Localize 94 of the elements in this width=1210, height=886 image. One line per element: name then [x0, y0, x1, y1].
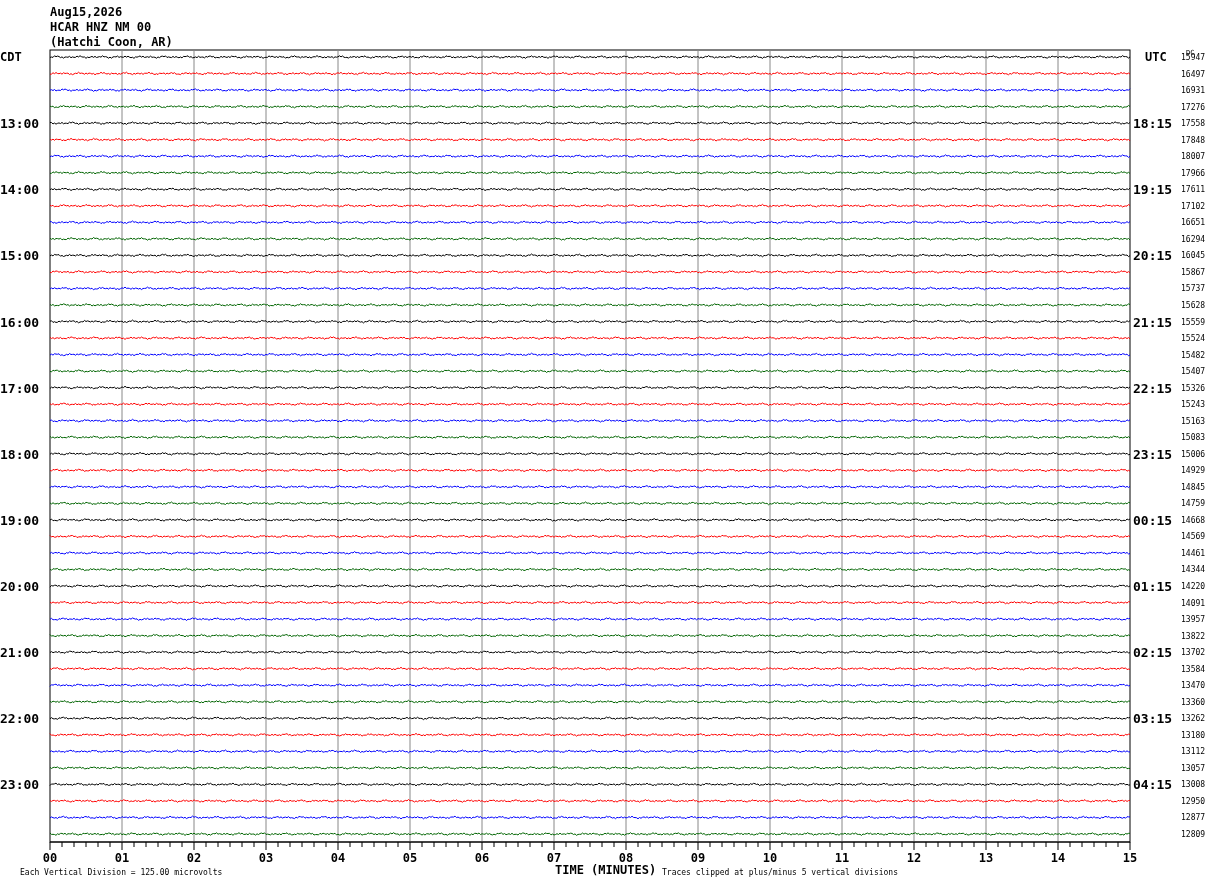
hour-label: 18:00	[0, 446, 40, 462]
hour-label: 13:00	[0, 116, 40, 132]
tick-label: 13	[978, 851, 994, 865]
hour-label: 14:00	[0, 182, 40, 198]
tick-label: 05	[402, 851, 418, 865]
dc-value: 15006	[1181, 449, 1206, 459]
dc-value: 15737	[1181, 284, 1206, 294]
dc-value: 17966	[1181, 168, 1206, 178]
dc-value: 14091	[1181, 598, 1206, 608]
dc-value: 17102	[1181, 201, 1206, 211]
dc-value: 12809	[1181, 830, 1206, 839]
dc-value: 14220	[1181, 582, 1206, 591]
tick-label: 11	[834, 851, 850, 865]
dc-value: 15524	[1181, 334, 1206, 344]
dc-value: 12950	[1181, 796, 1206, 806]
dc-value: 16931	[1181, 86, 1206, 96]
dc-value: 15947	[1181, 53, 1206, 62]
hour-label: 16:00	[0, 314, 40, 330]
dc-value: 15163	[1181, 416, 1206, 426]
dc-value: 13822	[1181, 631, 1206, 641]
tick-label: 14	[1050, 851, 1066, 865]
dc-value: 15407	[1181, 367, 1206, 377]
dc-value: 14461	[1181, 548, 1206, 558]
dc-value: 16294	[1181, 234, 1206, 244]
hour-label: 15:00	[0, 248, 40, 264]
dc-value: 13008	[1181, 780, 1206, 790]
dc-value: 16651	[1181, 218, 1206, 228]
hour-label: 01:15	[1133, 579, 1173, 594]
dc-value: 17558	[1181, 119, 1206, 129]
axis-title: TIME (MINUTES)	[555, 863, 657, 877]
hour-label: 19:00	[0, 512, 40, 528]
dc-value: 16045	[1181, 251, 1206, 261]
dc-value: 14668	[1181, 515, 1206, 525]
tick-label: 09	[690, 851, 706, 865]
dc-value: 15867	[1181, 267, 1206, 277]
dc-value: 15482	[1181, 350, 1206, 360]
dc-value: 12877	[1181, 813, 1206, 823]
dc-value: 15326	[1181, 383, 1206, 393]
station-header: (Hatchi Coon, AR)	[50, 35, 173, 49]
hour-label: 22:00	[0, 711, 40, 727]
hour-label: 19:15	[1133, 182, 1173, 198]
scale-note: Each Vertical Division = 125.00 microvolts	[20, 868, 223, 877]
station-header: Aug15,2026	[50, 5, 123, 19]
dc-value: 17611	[1181, 185, 1206, 195]
dc-value: 15628	[1181, 301, 1206, 310]
dc-value: 16497	[1181, 69, 1206, 79]
dc-value: 13702	[1181, 648, 1206, 658]
hour-label: 03:15	[1133, 711, 1173, 727]
tick-label: 01	[114, 851, 130, 865]
tick-label: 06	[474, 851, 490, 865]
tick-label: 08	[618, 851, 634, 865]
hour-label: 20:15	[1133, 248, 1173, 264]
dc-value: 13262	[1181, 714, 1206, 724]
tick-label: 12	[906, 851, 922, 865]
hour-label: 04:15	[1133, 777, 1173, 793]
dc-value: 13057	[1181, 763, 1206, 773]
dc-value: 13957	[1181, 615, 1206, 625]
dc-value: 13470	[1181, 681, 1206, 691]
station-header: HCAR HNZ NM 00	[50, 20, 152, 34]
dc-value: 14569	[1181, 532, 1206, 542]
clip-note: Traces clipped at plus/minus 5 vertical divisions	[662, 868, 898, 877]
hour-label: 20:00	[0, 579, 40, 594]
dc-value: 18007	[1181, 152, 1206, 162]
tick-label: 15	[1122, 851, 1138, 865]
tick-label: 07	[546, 851, 562, 865]
hour-label: 23:00	[0, 777, 40, 793]
dc-value: 17276	[1181, 102, 1206, 112]
hour-label: 22:15	[1133, 380, 1173, 396]
tick-label: 03	[258, 851, 274, 865]
dc-value: 15243	[1181, 400, 1206, 410]
dc-value: 13180	[1181, 730, 1206, 740]
dc-value: 14344	[1181, 565, 1206, 575]
dc-value: 14845	[1181, 482, 1206, 492]
tick-label: 10	[762, 851, 778, 865]
dc-value: 14759	[1181, 499, 1206, 509]
dc-value: 15559	[1181, 317, 1206, 327]
timezone-label: CDT	[0, 50, 22, 64]
dc-value: 13584	[1181, 664, 1206, 674]
dc-value: 14929	[1181, 466, 1206, 476]
dc-value: 17848	[1181, 135, 1206, 145]
hour-label: 18:15	[1133, 116, 1173, 132]
hour-label: 17:00	[0, 380, 40, 396]
dc-value: 15083	[1181, 433, 1206, 443]
dc-value: 13360	[1181, 697, 1206, 707]
hour-label: 00:15	[1133, 512, 1173, 528]
hour-label: 02:15	[1133, 645, 1173, 661]
timezone-label: UTC	[1145, 50, 1167, 64]
tick-label: 02	[186, 851, 202, 865]
hour-label: 21:00	[0, 645, 40, 661]
hour-label: 21:15	[1133, 314, 1173, 330]
tick-label: 00	[42, 851, 58, 865]
tick-label: 04	[330, 851, 346, 865]
dc-value: 13112	[1181, 747, 1206, 757]
hour-label: 23:15	[1133, 446, 1173, 462]
